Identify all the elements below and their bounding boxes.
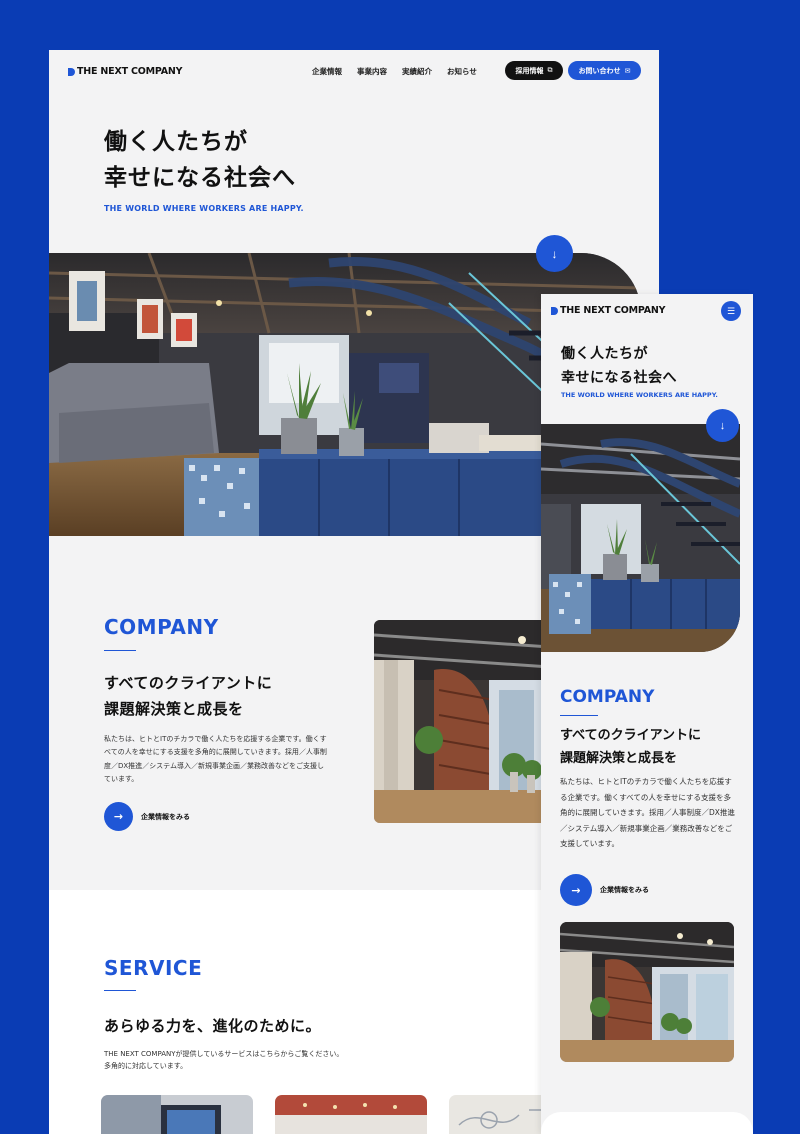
hero-title: 働く人たちが 幸せになる社会へ [104,124,296,196]
service-title-rule [104,990,136,991]
contact-button[interactable]: お問い合わせ ✉ [568,61,641,80]
contact-button-label: お問い合わせ [578,66,621,75]
mobile-logo-text: THE NEXT COMPANY [560,305,666,316]
mobile-hero-title-line2: 幸せになる社会へ [561,370,677,386]
mobile-company-heading: すべてのクライアントに 課題解決策と成長を [560,724,701,770]
mobile-company-description: 私たちは、ヒトとITのチカラで働く人たちを応援する企業です。働くすべての人を幸せ… [560,777,735,849]
logo-mark-icon [551,306,558,315]
service-heading: あらゆる力を、進化のために。 [104,1017,322,1035]
mobile-company-heading-line2: 課題解決策と成長を [560,751,678,766]
hero-subtitle: THE WORLD WHERE WORKERS ARE HAPPY. [104,204,304,213]
mobile-hero-title: 働く人たちが 幸せになる社会へ [561,342,677,390]
mail-icon: ✉ [624,66,631,75]
global-nav: 企業情報 事業内容 実績紹介 お知らせ [312,66,477,77]
company-section-title: COMPANY [104,615,219,639]
service-description: THE NEXT COMPANYが提供しているサービスはこちらからご覧ください。… [104,1048,404,1072]
company-title-rule [104,650,136,651]
site-header: THE NEXT COMPANY 企業情報 事業内容 実績紹介 お知らせ 採用情… [49,50,659,94]
hero-title-line2: 幸せになる社会へ [104,165,296,191]
nav-item-works[interactable]: 実績紹介 [402,66,432,77]
mobile-hero-office-image [541,424,740,652]
company-more-link[interactable]: → 企業情報をみる [104,802,190,831]
site-logo[interactable]: THE NEXT COMPANY [68,66,183,77]
nav-item-news[interactable]: お知らせ [447,66,477,77]
company-description: 私たちは、ヒトとITのチカラで働く人たちを応援する企業です。働くすべての人を幸せ… [104,735,327,783]
mobile-scroll-down-button[interactable]: ↓ [706,409,739,442]
arrow-right-icon: → [104,802,133,831]
hamburger-menu-button[interactable]: ☰ [721,301,741,321]
hero-title-line1: 働く人たちが [104,129,248,155]
arrow-down-icon: ↓ [719,419,726,432]
mobile-hero-subtitle: THE WORLD WHERE WORKERS ARE HAPPY. [561,391,718,399]
mobile-company-more-label: 企業情報をみる [600,886,649,894]
service-description-line2: 多角的に対応しています。 [104,1062,188,1070]
service-card-image-2[interactable] [275,1095,427,1134]
scroll-down-button[interactable]: ↓ [536,235,573,272]
mobile-company-office-image [560,922,734,1062]
recruit-button[interactable]: 採用情報 ⧉ [505,61,563,80]
hamburger-icon: ☰ [726,305,736,316]
arrow-right-icon: → [560,874,592,906]
mobile-next-section [541,1112,753,1134]
company-heading-line2: 課題解決策と成長を [104,700,244,718]
arrow-down-icon: ↓ [551,246,558,261]
recruit-button-label: 採用情報 [515,66,544,75]
mobile-hero-title-line1: 働く人たちが [561,346,648,362]
service-section-title: SERVICE [104,956,203,980]
mobile-company-heading-line1: すべてのクライアントに [560,728,702,743]
mobile-company-title-rule [560,715,598,716]
mobile-company-more-link[interactable]: → 企業情報をみる [560,874,649,906]
company-more-label: 企業情報をみる [141,812,190,821]
logo-mark-icon [68,67,75,76]
external-link-icon: ⧉ [547,66,553,74]
nav-item-company[interactable]: 企業情報 [312,66,342,77]
nav-item-business[interactable]: 事業内容 [357,66,387,77]
service-card-image-1[interactable] [101,1095,253,1134]
service-description-line1: THE NEXT COMPANYが提供しているサービスはこちらからご覧ください。 [104,1050,344,1058]
company-heading: すべてのクライアントに 課題解決策と成長を [104,670,272,722]
mobile-mockup: THE NEXT COMPANY ☰ 働く人たちが 幸せになる社会へ THE W… [541,294,753,1134]
mobile-site-logo[interactable]: THE NEXT COMPANY [551,305,666,316]
company-heading-line1: すべてのクライアントに [104,674,273,692]
logo-text: THE NEXT COMPANY [77,66,183,77]
mobile-company-section-title: COMPANY [560,687,655,707]
